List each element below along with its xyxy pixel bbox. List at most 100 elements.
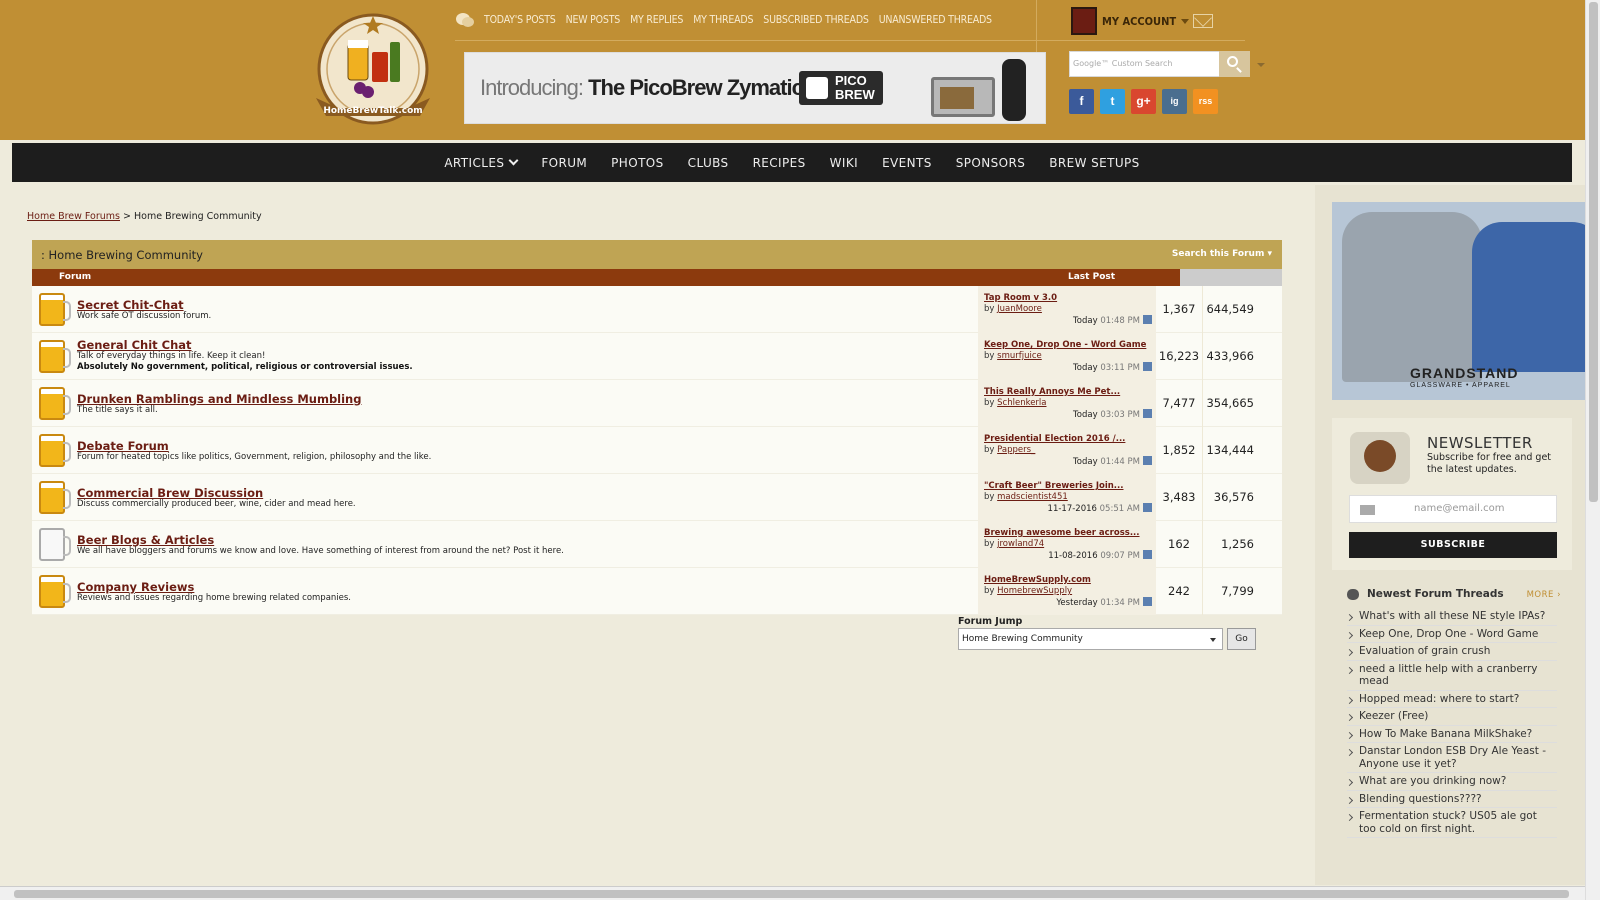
mail-icon[interactable]	[1193, 14, 1213, 28]
last-post-user-link[interactable]: Pappers_	[997, 445, 1035, 455]
nav-wiki[interactable]: WIKI	[830, 156, 858, 170]
last-post: "Craft Beer" Breweries Join... by madsci…	[978, 474, 1156, 521]
horizontal-scrollbar[interactable]	[0, 886, 1585, 900]
last-post: HomeBrewSupply.com by HomebrewSupply Yes…	[978, 568, 1156, 615]
top-link-unanswered-threads[interactable]: UNANSWERED THREADS	[879, 14, 992, 26]
thread-link[interactable]: What's with all these NE style IPAs?	[1347, 608, 1557, 626]
go-to-post-icon[interactable]	[1143, 409, 1152, 418]
forum-title-link[interactable]: General Chit Chat	[77, 338, 192, 352]
last-post-by: by smurfjuice	[984, 351, 1042, 361]
top-link-my-threads[interactable]: MY THREADS	[693, 14, 753, 26]
thread-count: 3,483	[1162, 490, 1196, 504]
last-post-thread-link[interactable]: "Craft Beer" Breweries Join...	[984, 481, 1124, 491]
forum-jump-go-button[interactable]: Go	[1227, 628, 1256, 650]
nav-forum[interactable]: FORUM	[541, 156, 587, 170]
search-this-forum-link[interactable]: Search this Forum ▾	[1172, 249, 1272, 259]
last-post-user-link[interactable]: madscientist451	[997, 492, 1068, 502]
newest-threads-header: Newest Forum Threads MORE ›	[1347, 588, 1560, 608]
more-link[interactable]: MORE ›	[1527, 590, 1561, 600]
forum-description: Talk of everyday things in life. Keep it…	[77, 351, 266, 361]
search-input[interactable]: Google™ Custom Search	[1069, 51, 1220, 77]
last-post-user-link[interactable]: smurfjuice	[997, 351, 1042, 361]
thread-link[interactable]: Keep One, Drop One - Word Game	[1347, 626, 1557, 643]
last-post-user-link[interactable]: JuanMoore	[997, 304, 1042, 314]
picobrew-banner-ad[interactable]: Introducing: The PicoBrew Zymatic® PICO …	[464, 52, 1046, 124]
email-field[interactable]: name@email.com	[1349, 495, 1557, 523]
vertical-scrollbar[interactable]	[1585, 0, 1600, 900]
forum-description: Reviews and issues regarding home brewin…	[77, 593, 352, 603]
go-to-post-icon[interactable]	[1143, 597, 1152, 606]
thread-count: 16,223	[1158, 349, 1200, 363]
forum-description: We all have bloggers and forums we know …	[77, 546, 564, 556]
subscribe-button[interactable]: SUBSCRIBE	[1349, 532, 1557, 558]
nav-recipes[interactable]: RECIPES	[753, 156, 806, 170]
newsletter-title: NEWSLETTER	[1427, 434, 1533, 452]
forum-title-link[interactable]: Debate Forum	[77, 439, 169, 453]
nav-sponsors[interactable]: SPONSORS	[956, 156, 1026, 170]
forum-title-link[interactable]: Company Reviews	[77, 580, 194, 594]
thread-count: 1,367	[1162, 302, 1196, 316]
rss-icon[interactable]: rss	[1193, 89, 1218, 114]
nav-photos[interactable]: PHOTOS	[611, 156, 664, 170]
thread-link[interactable]: Keezer (Free)	[1347, 708, 1557, 726]
go-to-post-icon[interactable]	[1143, 315, 1152, 324]
thread-link[interactable]: How To Make Banana MilkShake?	[1347, 726, 1557, 743]
picobrew-logo: PICO BREW	[799, 71, 883, 105]
post-count: 644,549	[1202, 286, 1257, 333]
thread-link[interactable]: What are you drinking now?	[1347, 773, 1557, 791]
last-post-user-link[interactable]: Schlenkerla	[997, 398, 1046, 408]
last-post-by: by Pappers_	[984, 445, 1036, 455]
last-post-thread-link[interactable]: Brewing awesome beer across...	[984, 528, 1140, 538]
chevron-down-icon	[1181, 18, 1190, 24]
last-post-thread-link[interactable]: HomeBrewSupply.com	[984, 575, 1091, 585]
post-count: 1,256	[1202, 521, 1257, 568]
go-to-post-icon[interactable]	[1143, 503, 1152, 512]
nav-articles[interactable]: ARTICLES	[444, 155, 519, 170]
facebook-icon[interactable]: f	[1069, 89, 1094, 114]
last-post-thread-link[interactable]: This Really Annoys Me Pet...	[984, 387, 1120, 397]
thread-link[interactable]: Danstar London ESB Dry Ale Yeast - Anyon…	[1347, 743, 1557, 773]
nav-brew-setups[interactable]: BREW SETUPS	[1049, 156, 1139, 170]
top-link-todays-posts[interactable]: TODAY'S POSTS	[484, 14, 556, 26]
my-account-menu[interactable]: MY ACCOUNT	[1071, 6, 1190, 36]
thread-link[interactable]: need a little help with a cranberry mead	[1347, 661, 1557, 691]
thread-link[interactable]: Evaluation of grain crush	[1347, 643, 1557, 661]
go-to-post-icon[interactable]	[1143, 550, 1152, 559]
forum-status-icon	[39, 340, 71, 373]
top-link-my-replies[interactable]: MY REPLIES	[630, 14, 683, 26]
forum-jump-select[interactable]: Home Brewing Community	[958, 628, 1223, 650]
google-plus-icon[interactable]: g+	[1131, 89, 1156, 114]
last-post-thread-link[interactable]: Keep One, Drop One - Word Game	[984, 340, 1146, 350]
thread-link[interactable]: Hopped mead: where to start?	[1347, 691, 1557, 708]
forum-title-link[interactable]: Secret Chit-Chat	[77, 298, 184, 312]
top-link-new-posts[interactable]: NEW POSTS	[566, 14, 621, 26]
forum-title-link[interactable]: Beer Blogs & Articles	[77, 533, 214, 547]
chevron-down-icon	[508, 155, 519, 165]
forum-status-icon	[39, 575, 71, 608]
forum-list-title: : Home Brewing Community	[41, 248, 203, 262]
my-account-label: MY ACCOUNT	[1102, 14, 1177, 28]
last-post-thread-link[interactable]: Presidential Election 2016 /...	[984, 434, 1125, 444]
nav-clubs[interactable]: CLUBS	[688, 156, 729, 170]
instagram-icon[interactable]: ig	[1162, 89, 1187, 114]
search-button[interactable]	[1219, 51, 1250, 77]
thread-link[interactable]: Fermentation stuck? US05 ale got too col…	[1347, 808, 1557, 838]
grandstand-ad[interactable]: GRANDSTAND GLASSWARE • APPAREL	[1332, 202, 1585, 400]
last-post-user-link[interactable]: HomebrewSupply	[997, 586, 1072, 596]
forum-title-link[interactable]: Commercial Brew Discussion	[77, 486, 263, 500]
post-count: 7,799	[1202, 568, 1257, 615]
breadcrumb-root-link[interactable]: Home Brew Forums	[27, 211, 120, 222]
chat-bubble-icon	[1347, 589, 1359, 600]
forum-title-link[interactable]: Drunken Ramblings and Mindless Mumbling	[77, 392, 361, 406]
homebrewtalk-logo[interactable]: HomeBrewTalk.com	[308, 12, 438, 126]
last-post-thread-link[interactable]: Tap Room v 3.0	[984, 293, 1057, 303]
forum-description: The title says it all.	[77, 405, 158, 415]
go-to-post-icon[interactable]	[1143, 456, 1152, 465]
thread-link[interactable]: Blending questions????	[1347, 791, 1557, 808]
go-to-post-icon[interactable]	[1143, 362, 1152, 371]
top-link-subscribed-threads[interactable]: SUBSCRIBED THREADS	[763, 14, 869, 26]
chevron-down-icon[interactable]	[1257, 63, 1265, 67]
nav-events[interactable]: EVENTS	[882, 156, 932, 170]
last-post-user-link[interactable]: jrowland74	[997, 539, 1044, 549]
twitter-icon[interactable]: t	[1100, 89, 1125, 114]
